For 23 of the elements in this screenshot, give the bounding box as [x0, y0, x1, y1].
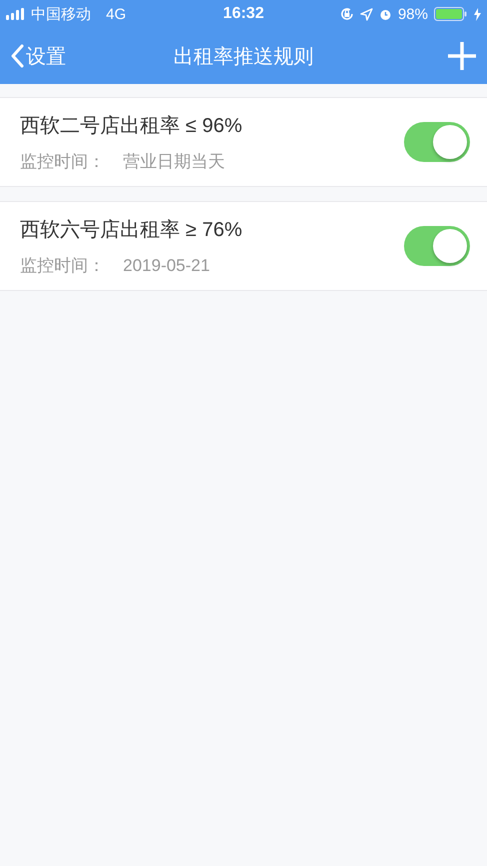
- page-title: 出租率推送规则: [174, 44, 314, 70]
- toggle-switch[interactable]: [404, 122, 470, 162]
- charging-bolt-icon: [474, 8, 481, 20]
- rotation-lock-icon: [340, 7, 354, 21]
- rule-row[interactable]: 西软六号店出租率 ≥ 76% 监控时间： 2019-05-21: [0, 201, 487, 291]
- monitor-time-value: 2019-05-21: [123, 256, 210, 276]
- clock-time: 16:32: [223, 5, 264, 23]
- signal-icon: [6, 8, 26, 20]
- location-arrow-icon: [360, 8, 373, 20]
- carrier-name: 中国移动: [31, 4, 91, 24]
- rule-title: 西软六号店出租率 ≥ 76%: [20, 218, 242, 242]
- monitor-time-label: 监控时间：: [20, 254, 105, 276]
- toggle-switch[interactable]: [404, 226, 470, 266]
- network-type: 4G: [106, 6, 126, 22]
- add-button[interactable]: [447, 41, 477, 71]
- monitor-time-label: 监控时间：: [20, 150, 105, 172]
- alarm-clock-icon: [378, 8, 392, 20]
- battery-icon: [434, 7, 468, 21]
- monitor-time-value: 营业日期当天: [123, 150, 225, 172]
- back-chevron-icon: [10, 44, 24, 68]
- rule-title: 西软二号店出租率 ≤ 96%: [20, 114, 242, 138]
- rule-row[interactable]: 西软二号店出租率 ≤ 96% 监控时间： 营业日期当天: [0, 97, 487, 187]
- battery-percent: 98%: [398, 6, 428, 22]
